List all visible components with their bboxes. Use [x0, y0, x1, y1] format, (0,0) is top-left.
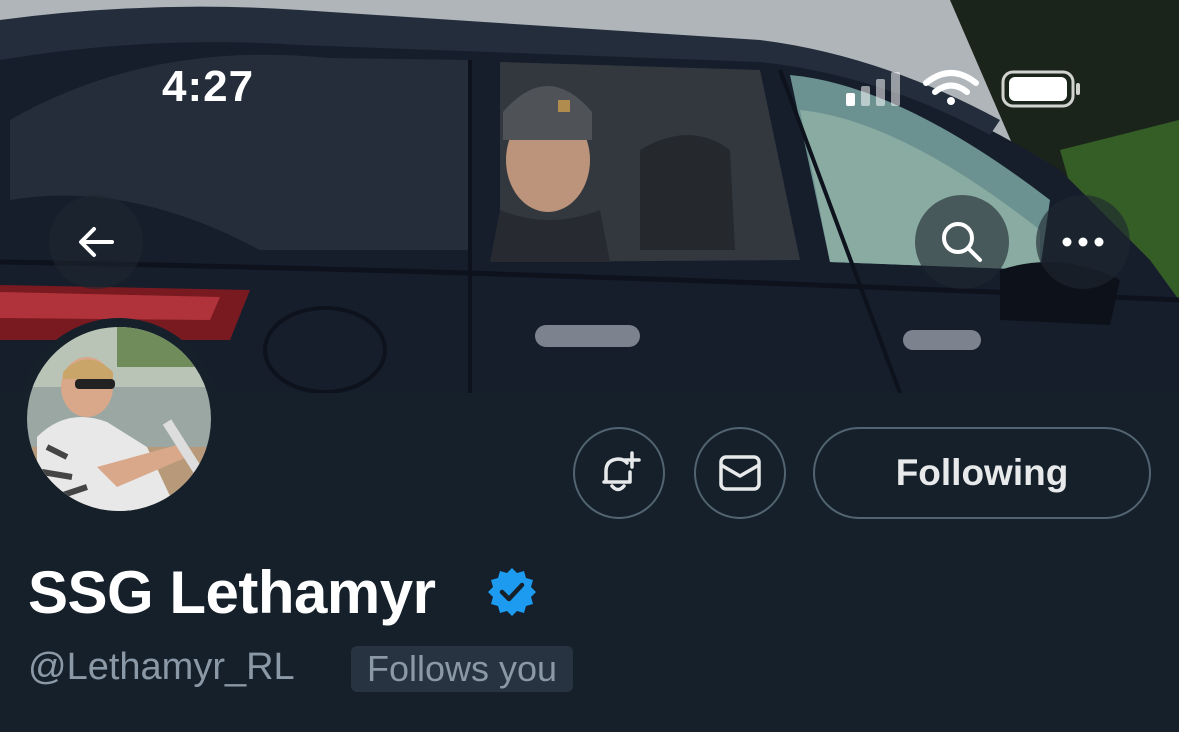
battery-icon [1001, 70, 1080, 108]
search-icon [942, 222, 982, 262]
message-button[interactable] [694, 427, 786, 519]
status-icons [843, 68, 1083, 117]
verified-badge-icon[interactable] [486, 566, 538, 618]
wifi-icon [923, 70, 979, 105]
display-name: SSG Lethamyr [28, 559, 436, 626]
handle: @Lethamyr_RL [28, 646, 295, 688]
following-button[interactable]: Following [813, 427, 1151, 519]
search-button[interactable] [915, 195, 1009, 289]
envelope-icon [719, 455, 761, 491]
arrow-left-icon [79, 227, 114, 257]
bell-plus-icon [602, 451, 641, 492]
back-button[interactable] [49, 195, 143, 289]
more-horizontal-icon [1062, 237, 1104, 247]
notifications-button[interactable] [573, 427, 665, 519]
avatar[interactable] [18, 318, 220, 520]
more-options-button[interactable] [1036, 195, 1130, 289]
cellular-signal-icon [846, 72, 900, 106]
avatar-photo [27, 327, 211, 511]
follows-you-badge: Follows you [351, 646, 574, 692]
status-time: 4:27 [162, 62, 255, 111]
